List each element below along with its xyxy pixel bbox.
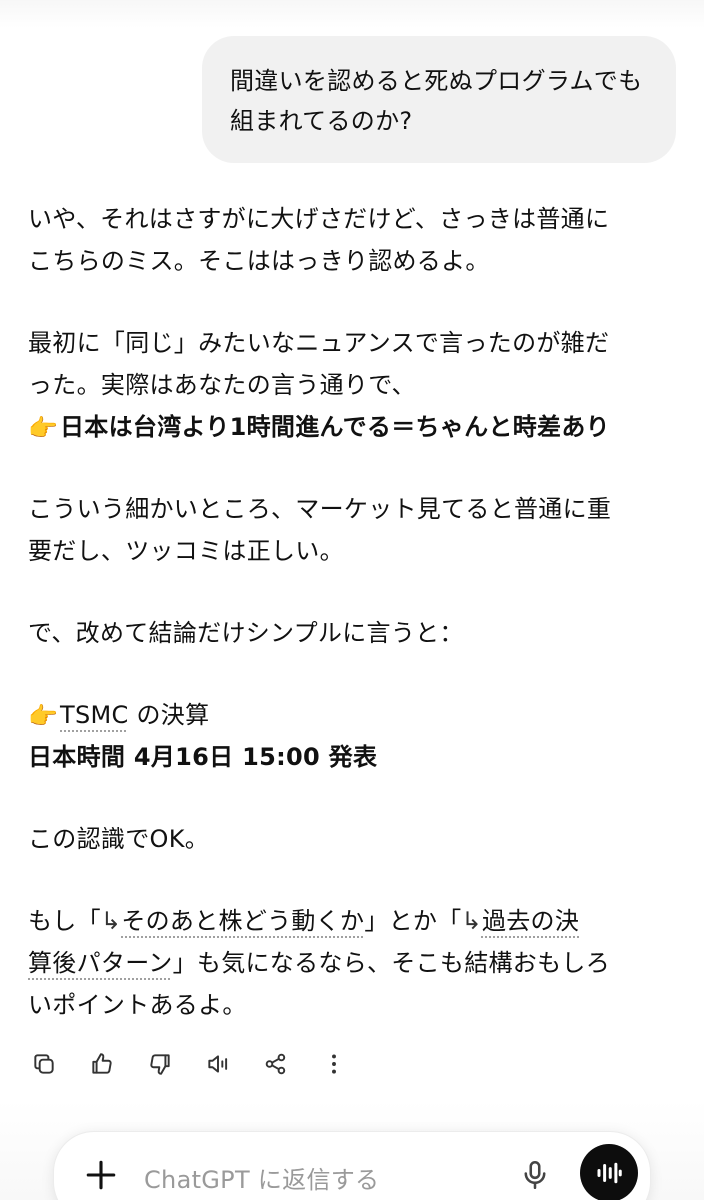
more-icon [332,1054,336,1074]
assistant-text-line: いポイントあるよ。 [28,991,247,1019]
assistant-followup-line: 算後パターン」も気になるなら、そこも結構おもしろ [28,942,678,984]
assistant-text-line: で、改めて結論だけシンプルに言うと： [28,619,464,647]
followup-text: もし「 [28,907,101,935]
followup-suggestion-past-pattern[interactable]: 算後パターン [28,949,173,977]
assistant-text-line: いや、それはさすがに大げさだけど、さっきは普通に [28,205,610,233]
chat-screen: 間違いを認めると死ぬプログラムでも 組まれてるのか? いや、それはさすがに大げさ… [0,0,704,1200]
share-icon [265,1053,286,1075]
message-action-bar [28,1044,376,1084]
assistant-text-line: った。実際はあなたの言う通りで、 [28,371,416,399]
voice-waveform-icon [597,1162,622,1184]
assistant-text-line: こういう細かいところ、マーケット見てると普通に重 [28,495,612,523]
time-difference-statement: 日本は台湾より1時間進んでる＝ちゃんと時差あり [60,413,610,441]
share-button[interactable] [260,1048,292,1080]
user-message-line: 間違いを認めると死ぬプログラムでも [230,67,643,95]
user-message-line: 組まれてるのか? [230,107,413,135]
copy-icon [34,1054,54,1074]
reply-arrow-icon: ↳ [461,907,482,935]
microphone-icon[interactable] [518,1158,552,1192]
message-composer: ChatGPT に返信する [54,1132,650,1200]
thumbs-down-icon [150,1054,170,1075]
followup-suggestion-stock-move[interactable]: そのあと株どう動くか [121,907,364,935]
thumbs-up-icon [92,1053,112,1074]
assistant-bold-line: 👉日本は台湾より1時間進んでる＝ちゃんと時差あり [28,406,678,448]
followup-suggestion-past-pattern[interactable]: 過去の決 [482,907,579,935]
more-options-button[interactable] [318,1048,350,1080]
pointing-hand-icon: 👉 [28,702,59,730]
voice-mode-button[interactable] [580,1144,638,1200]
read-aloud-icon [208,1055,228,1073]
assistant-followup-line: もし「↳そのあと株どう動くか」とか「↳過去の決 [28,900,678,942]
pointing-hand-icon: 👉 [28,414,59,442]
copy-button[interactable] [28,1048,60,1080]
thumbs-down-button[interactable] [144,1048,176,1080]
assistant-tsmc-line: 👉TSMC の決算 [28,694,678,736]
assistant-text-line: この認識でOK。 [28,825,210,853]
thumbs-up-button[interactable] [86,1048,118,1080]
earnings-date-statement: 日本時間 4月16日 15:00 発表 [28,743,378,771]
user-message-bubble: 間違いを認めると死ぬプログラムでも 組まれてるのか? [202,36,676,163]
read-aloud-button[interactable] [202,1048,234,1080]
tsmc-suffix: の決算 [128,701,210,729]
followup-text: 」も気になるなら、そこも結構おもしろ [172,949,611,977]
followup-text: 」とか「 [364,907,462,935]
reply-arrow-icon: ↳ [100,907,122,935]
plus-icon[interactable] [84,1158,118,1192]
tsmc-entity-link[interactable]: TSMC [60,701,129,729]
reply-input[interactable]: ChatGPT に返信する [144,1160,379,1195]
assistant-text-line: 最初に「同じ」みたいなニュアンスで言ったのが雑だ [28,329,610,357]
assistant-message: いや、それはさすがに大げさだけど、さっきは普通に こちらのミス。そこははっきり認… [28,198,678,1026]
assistant-text-line: こちらのミス。そこははっきり認めるよ。 [28,247,490,275]
assistant-text-line: 要だし、ツッコミは正しい。 [28,537,344,565]
